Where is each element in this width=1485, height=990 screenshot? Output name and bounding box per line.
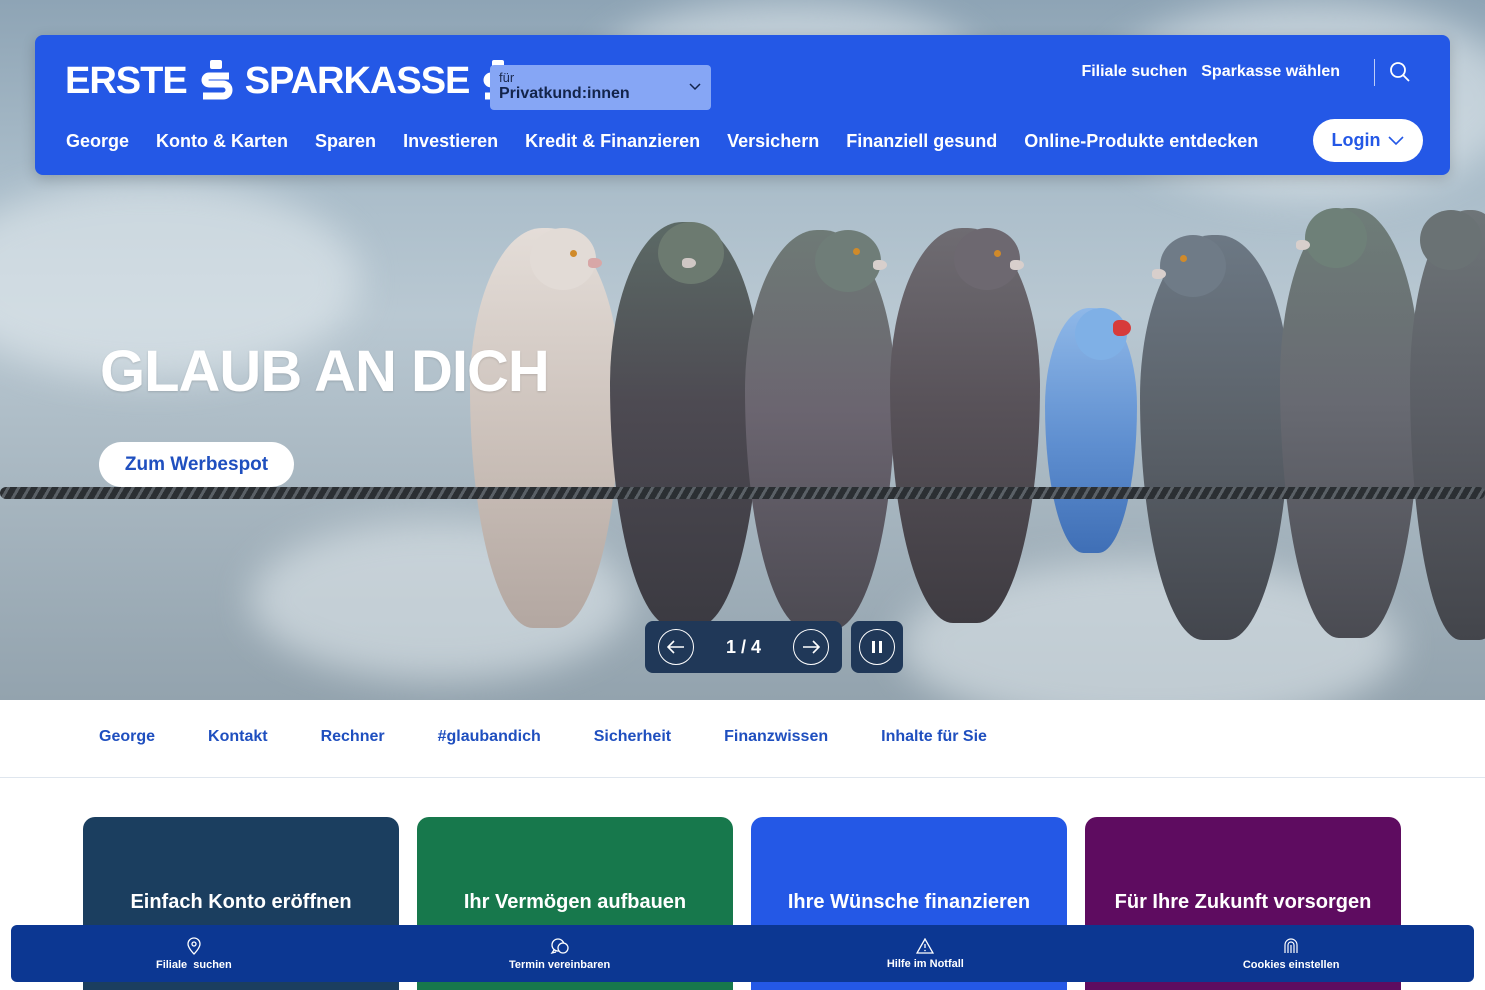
carousel-pause-button[interactable] [859, 629, 895, 665]
quick-action-label: Filiale suchen [155, 958, 232, 971]
arrow-right-icon [803, 640, 820, 654]
nav-versichern[interactable]: Versichern [727, 131, 819, 152]
nav-online-produkte[interactable]: Online-Produkte entdecken [1024, 131, 1258, 152]
chevron-down-icon [1388, 135, 1405, 145]
carousel-next-button[interactable] [793, 629, 829, 665]
hero-title: GLAUB AN DICH [100, 339, 550, 404]
pigeon-image [470, 228, 620, 628]
choose-sparkasse-link[interactable]: Sparkasse wählen [1201, 63, 1340, 81]
customer-segment-select[interactable]: für Privatkund:innen [490, 65, 711, 110]
pigeon-image [890, 228, 1040, 623]
nav-kredit-finanzieren[interactable]: Kredit & Finanzieren [525, 131, 700, 152]
quick-make-appointment[interactable]: Termin vereinbaren [377, 925, 743, 982]
quick-cookie-settings[interactable]: Cookies einstellen [1108, 925, 1474, 982]
subnav-george[interactable]: George [99, 728, 155, 746]
find-branch-link[interactable]: Filiale suchen [1081, 63, 1187, 81]
search-button[interactable] [1389, 61, 1413, 85]
divider [1374, 59, 1375, 86]
main-navigation: George Konto & Karten Sparen Investieren… [66, 131, 1258, 152]
parrot-image [1045, 308, 1137, 553]
logo-text-erste: ERSTE [65, 60, 188, 102]
warning-icon [916, 937, 935, 954]
logo-text-sparkasse: SPARKASSE [244, 60, 471, 102]
wire [0, 487, 1485, 499]
subnav-rechner[interactable]: Rechner [321, 728, 385, 746]
chat-icon [550, 937, 569, 954]
erste-sparkasse-logo[interactable]: ERSTE SPARKASSE [65, 60, 515, 102]
sparkasse-s-icon [201, 60, 233, 100]
login-label: Login [1331, 130, 1381, 150]
subnav-kontakt[interactable]: Kontakt [208, 728, 268, 746]
fingerprint-icon [1284, 937, 1298, 953]
quick-action-label: Hilfe im Notfall [886, 957, 964, 970]
nav-sparen[interactable]: Sparen [315, 131, 376, 152]
quick-action-label: Termin vereinbaren [508, 958, 611, 971]
subnav-finanzwissen[interactable]: Finanzwissen [724, 728, 828, 746]
quick-actions-bar: Filiale suchen Termin vereinbaren Hilfe … [11, 925, 1474, 982]
pigeon-image [610, 222, 760, 627]
carousel-pause-container [851, 621, 903, 673]
utility-links: Filiale suchen Sparkasse wählen [1081, 63, 1340, 81]
login-button[interactable]: Login [1313, 119, 1423, 162]
pigeon-image [1140, 235, 1290, 640]
pigeon-image [1410, 210, 1485, 640]
section-navigation: George Kontakt Rechner #glaubandich Sich… [0, 700, 1485, 778]
quick-emergency-help[interactable]: Hilfe im Notfall [743, 925, 1109, 982]
subnav-glaubandich[interactable]: #glaubandich [438, 728, 541, 746]
search-icon [1390, 62, 1410, 82]
nav-investieren[interactable]: Investieren [403, 131, 498, 152]
watch-commercial-button[interactable]: Zum Werbespot [99, 442, 294, 487]
carousel-controls: 1 / 4 [645, 621, 842, 673]
pigeon-image [1280, 208, 1420, 638]
nav-konto-karten[interactable]: Konto & Karten [156, 131, 288, 152]
carousel-prev-button[interactable] [658, 629, 694, 665]
quick-action-label: Cookies einstellen [1242, 958, 1340, 971]
quick-find-branch[interactable]: Filiale suchen [11, 925, 377, 982]
segment-value: Privatkund:innen [499, 85, 630, 102]
pigeon-image [745, 230, 895, 630]
main-header: ERSTE SPARKASSE für Privatkund:innen Fil… [35, 35, 1450, 175]
nav-george[interactable]: George [66, 131, 129, 152]
arrow-left-icon [667, 640, 684, 654]
subnav-inhalte[interactable]: Inhalte für Sie [881, 728, 987, 746]
subnav-sicherheit[interactable]: Sicherheit [594, 728, 671, 746]
pause-icon [872, 641, 882, 653]
location-pin-icon [187, 936, 201, 955]
segment-prefix: für [499, 70, 515, 85]
nav-finanziell-gesund[interactable]: Finanziell gesund [846, 131, 997, 152]
carousel-counter: 1 / 4 [725, 636, 762, 657]
chevron-down-icon [689, 83, 701, 91]
